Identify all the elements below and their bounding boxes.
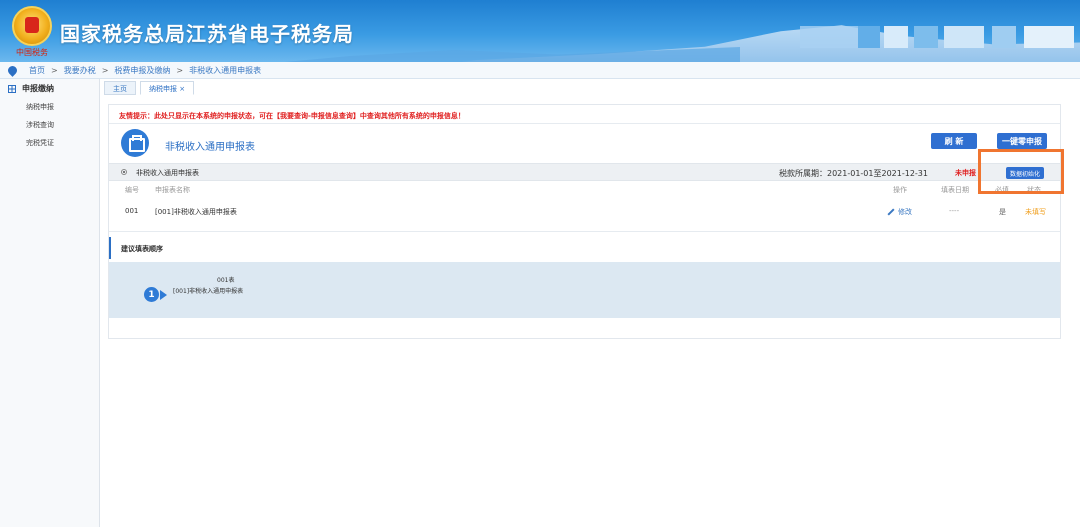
blurred-user-info [944, 26, 984, 48]
fill-order-flow: 1 001表 [001]非税收入通用申报表 [109, 262, 1060, 318]
suggest-order-heading: 建议填表顺序 [109, 237, 1060, 259]
record-name: [001]非税收入通用申报表 [155, 208, 237, 216]
location-pin-icon [6, 63, 19, 77]
divider [109, 231, 1060, 232]
edit-link[interactable]: 修改 [887, 207, 912, 217]
blurred-user-info [1024, 26, 1074, 48]
declare-status: 未申报 [955, 169, 976, 177]
breadcrumb-my-tax[interactable]: 我要办税 [64, 65, 96, 76]
column-header-action: 操作 [893, 186, 907, 194]
sidebar-item-tax-query[interactable]: 涉税查询 [0, 116, 99, 134]
breadcrumb: 首页 > 我要办税 > 税费申报及缴纳 > 非税收入通用申报表 [0, 62, 1080, 79]
record-no: 001 [125, 207, 139, 215]
breadcrumb-separator: > [101, 65, 109, 75]
record-fill-date: ---- [949, 207, 960, 215]
site-title: 国家税务总局江苏省电子税务局 [60, 22, 354, 46]
record-required: 是 [999, 208, 1006, 216]
briefcase-icon [121, 129, 149, 157]
blurred-user-info [858, 26, 880, 48]
blurred-user-info [914, 26, 938, 48]
column-header-fill-date: 填表日期 [941, 186, 969, 194]
form-title: 非税收入通用申报表 [165, 142, 255, 153]
refresh-button[interactable]: 刷 新 [931, 133, 977, 149]
sidebar-item-tax-certificate[interactable]: 完税凭证 [0, 134, 99, 152]
breadcrumb-current: 非税收入通用申报表 [189, 65, 262, 75]
declare-panel: 友情提示：此处只显示在本系统的申报状态，可在【我要查询-申报信息查询】中查询其他… [108, 104, 1061, 339]
column-header-no: 编号 [125, 186, 139, 194]
blurred-user-info [884, 26, 908, 48]
sidebar: 申报缴纳 纳税申报 涉税查询 完税凭证 [0, 79, 100, 527]
sidebar-heading[interactable]: 申报缴纳 [0, 79, 99, 98]
expand-radio-icon[interactable] [121, 169, 127, 175]
step-arrow-icon [160, 290, 167, 300]
emblem-text: 中国税务 [16, 48, 48, 57]
record-state: 未填写 [1025, 208, 1046, 216]
divider [109, 123, 1060, 124]
step-number-badge: 1 [144, 287, 159, 302]
breadcrumb-home[interactable]: 首页 [29, 65, 45, 76]
tab-home[interactable]: 主页 [104, 81, 136, 95]
edit-label: 修改 [898, 208, 912, 216]
tab-tax-declare[interactable]: 纳税申报 × [140, 81, 195, 95]
column-header-name: 申报表名称 [155, 186, 190, 194]
tax-period: 税款所属期：2021-01-01至2021-12-31 [779, 169, 928, 178]
tab-bar: 主页 纳税申报 × [104, 81, 195, 95]
blurred-user-info [800, 26, 860, 48]
row-form-name: 非税收入通用申报表 [136, 169, 199, 177]
breadcrumb-separator: > [51, 65, 58, 75]
breadcrumb-separator: > [176, 65, 184, 75]
declare-row-bar: 非税收入通用申报表 税款所属期：2021-01-01至2021-12-31 未申… [109, 163, 1060, 181]
zero-declare-button[interactable]: 一键零申报 [997, 133, 1047, 149]
sidebar-heading-label: 申报缴纳 [22, 84, 54, 93]
site-banner: 中国税务 国家税务总局江苏省电子税务局 [0, 0, 1080, 62]
pencil-icon [887, 208, 895, 216]
suggest-order-title: 建议填表顺序 [121, 245, 163, 253]
tax-emblem-icon [12, 6, 52, 46]
grid-icon [8, 84, 16, 93]
step-name[interactable]: [001]非税收入通用申报表 [173, 286, 243, 295]
highlight-annotation-box [978, 149, 1064, 194]
step-code: 001表 [217, 277, 235, 284]
blurred-user-info [992, 26, 1016, 48]
friendly-tip: 友情提示：此处只显示在本系统的申报状态，可在【我要查询-申报信息查询】中查询其他… [119, 112, 465, 120]
breadcrumb-declare-pay[interactable]: 税费申报及缴纳 [114, 65, 170, 76]
sidebar-item-tax-declare[interactable]: 纳税申报 [0, 98, 99, 116]
